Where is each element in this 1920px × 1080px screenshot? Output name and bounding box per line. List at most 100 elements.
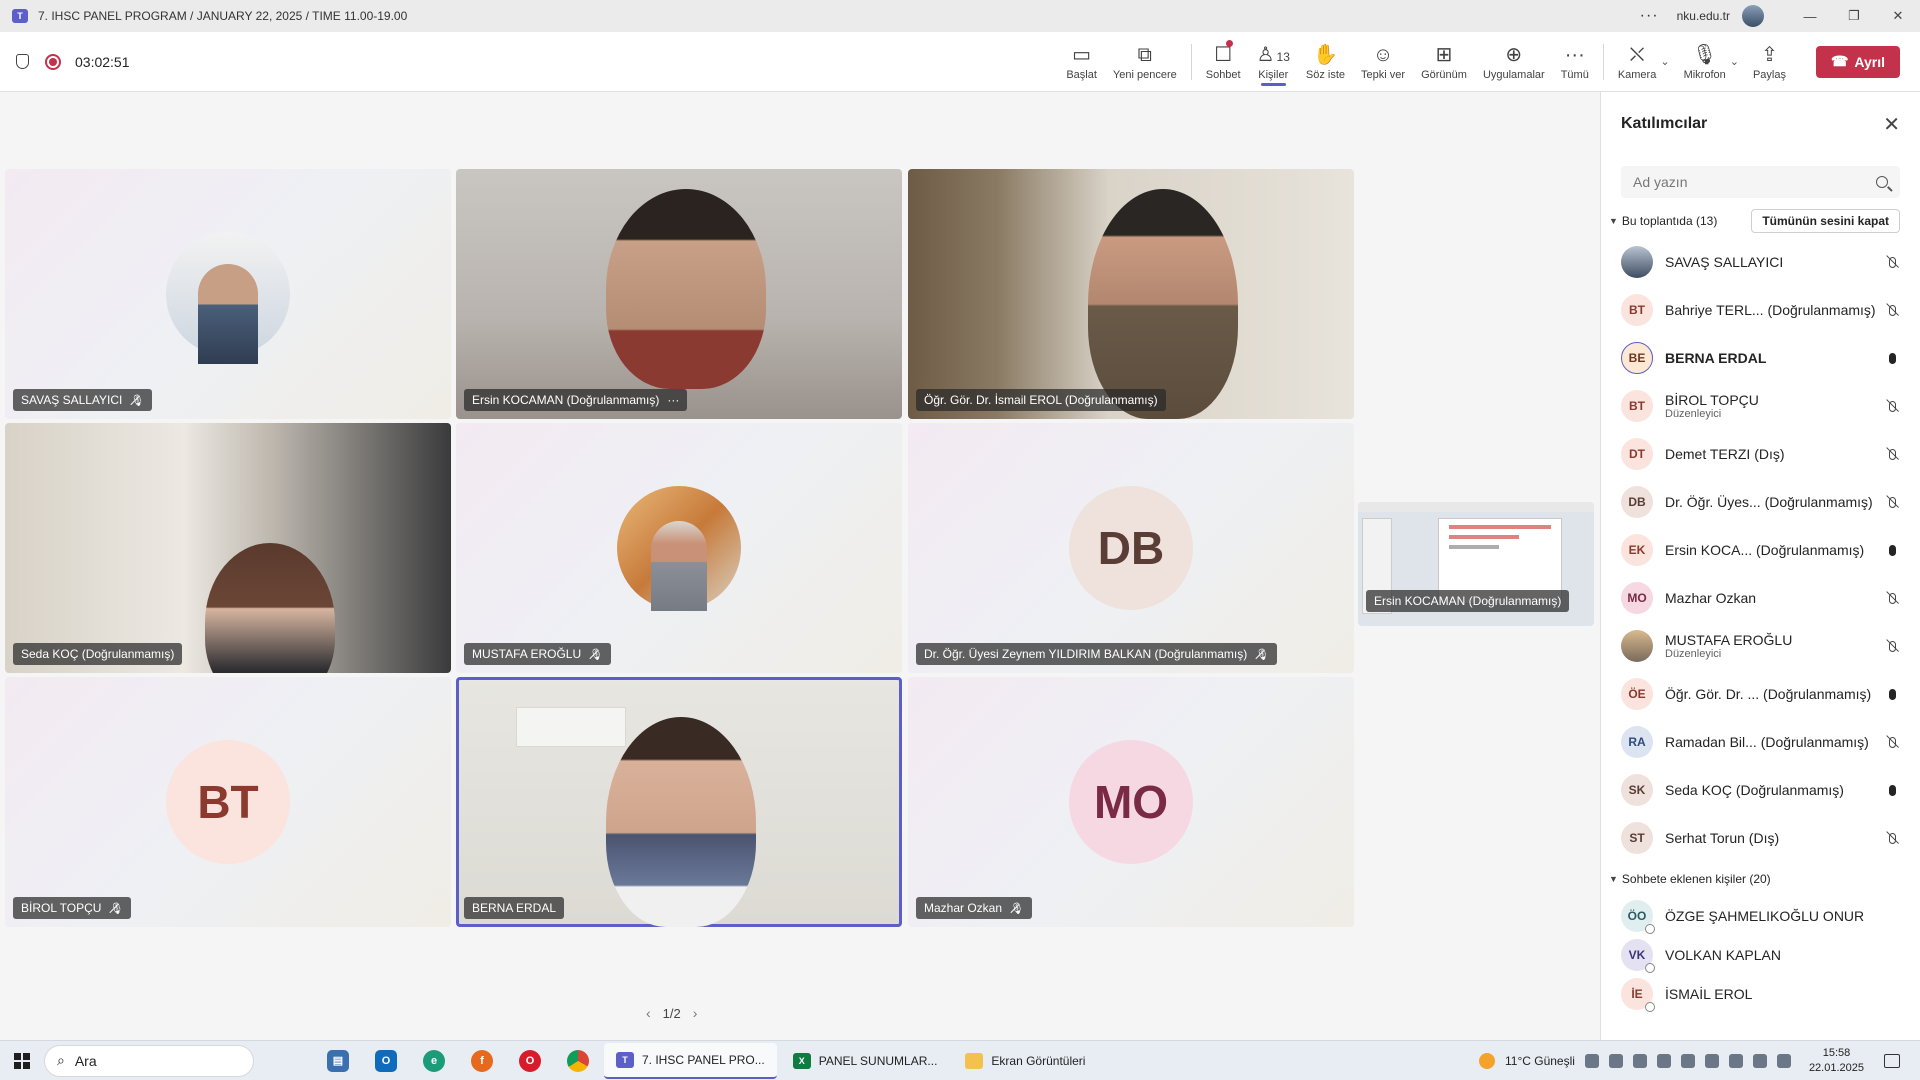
drive-tray-icon[interactable] bbox=[1656, 1053, 1671, 1068]
video-tile-active-speaker[interactable]: BERNA ERDAL bbox=[456, 677, 902, 927]
participant-row[interactable]: EK Ersin KOCA... (Doğrulanmamış) bbox=[1601, 526, 1920, 574]
mic-on-icon[interactable] bbox=[1884, 349, 1900, 367]
participant-row[interactable]: DB Dr. Öğr. Üyes... (Doğrulanmamış) bbox=[1601, 478, 1920, 526]
leave-button[interactable]: ☎ Ayrıl bbox=[1816, 45, 1900, 78]
tile-name: Mazhar Ozkan bbox=[924, 901, 1003, 915]
mic-muted-icon[interactable] bbox=[1884, 589, 1900, 607]
video-tile[interactable]: Seda KOÇ (Doğrulanmamış) bbox=[5, 423, 451, 673]
shared-content-thumbnail[interactable]: Ersin KOCAMAN (Doğrulanmamış) bbox=[1358, 502, 1594, 626]
mic-on-icon[interactable] bbox=[1884, 685, 1900, 703]
camera-button[interactable]: ⛌ Kamera bbox=[1610, 32, 1665, 92]
participant-row[interactable]: RA Ramadan Bil... (Doğrulanmamış) bbox=[1601, 718, 1920, 766]
participant-row[interactable]: MUSTAFA EROĞLU Düzenleyici bbox=[1601, 622, 1920, 670]
mic-muted-icon[interactable] bbox=[1884, 253, 1900, 271]
mic-on-icon[interactable] bbox=[1884, 781, 1900, 799]
volume-icon[interactable] bbox=[1752, 1053, 1767, 1068]
participant-row[interactable]: ÖE Öğr. Gör. Dr. ... (Doğrulanmamış) bbox=[1601, 670, 1920, 718]
in-meeting-section-header[interactable]: ▼ Bu toplantıda (13) Tümünün sesini kapat bbox=[1601, 204, 1920, 238]
video-tile[interactable]: DB Dr. Öğr. Üyesi Zeynem YILDIRIM BALKAN… bbox=[908, 423, 1354, 673]
clock[interactable]: 15:58 22.01.2025 bbox=[1809, 1046, 1864, 1076]
share-button[interactable]: ⇪ Paylaş bbox=[1745, 32, 1794, 92]
user-avatar[interactable] bbox=[1742, 5, 1764, 27]
close-icon[interactable]: ✕ bbox=[1883, 112, 1900, 137]
mic-muted-icon[interactable] bbox=[1884, 397, 1900, 415]
previous-page-icon[interactable]: ‹ bbox=[646, 1005, 651, 1021]
collapse-triangle-icon[interactable]: ▼ bbox=[1609, 216, 1618, 226]
video-tile[interactable]: SAVAŞ SALLAYICI 🎙 bbox=[5, 169, 451, 419]
react-button[interactable]: ☺ Tepki ver bbox=[1353, 32, 1413, 92]
app-tray-icon[interactable] bbox=[1680, 1053, 1695, 1068]
participant-initials-avatar: RA bbox=[1621, 726, 1653, 758]
start-button[interactable]: ▭ Başlat bbox=[1058, 32, 1105, 92]
opera-app-icon[interactable]: O bbox=[512, 1043, 548, 1079]
video-tile[interactable]: MUSTAFA EROĞLU 🎙 bbox=[456, 423, 902, 673]
video-tile[interactable]: BT BİROL TOPÇU 🎙 bbox=[5, 677, 451, 927]
slide-text-line bbox=[1449, 535, 1519, 539]
chat-person-row[interactable]: İE İSMAİL EROL bbox=[1601, 974, 1920, 1013]
bluetooth-icon[interactable] bbox=[1704, 1053, 1719, 1068]
edge-app-icon[interactable]: e bbox=[416, 1043, 452, 1079]
video-tile[interactable]: Öğr. Gör. Dr. İsmail EROL (Doğrulanmamış… bbox=[908, 169, 1354, 419]
next-page-icon[interactable]: › bbox=[693, 1005, 698, 1021]
file-explorer-app-icon[interactable]: ▤ bbox=[320, 1043, 356, 1079]
mic-muted-icon[interactable] bbox=[1884, 829, 1900, 847]
mic-button[interactable]: 🎙 Mikrofon bbox=[1676, 32, 1734, 92]
chat-person-row[interactable]: VK VOLKAN KAPLAN bbox=[1601, 935, 1920, 974]
new-window-button[interactable]: ⧉ Yeni pencere bbox=[1105, 32, 1185, 92]
notification-icon[interactable] bbox=[1884, 1053, 1900, 1068]
weather-label[interactable]: 11°C Güneşli bbox=[1505, 1054, 1575, 1068]
participant-info: ÖZGE ŞAHMELIKOĞLU ONUR bbox=[1665, 908, 1900, 924]
weather-sun-icon[interactable] bbox=[1478, 1052, 1495, 1069]
participant-name: VOLKAN KAPLAN bbox=[1665, 946, 1781, 963]
participant-row[interactable]: ST Serhat Torun (Dış) bbox=[1601, 814, 1920, 862]
participant-row[interactable]: BE BERNA ERDAL bbox=[1601, 334, 1920, 382]
network-icon[interactable] bbox=[1728, 1053, 1743, 1068]
outlook-app-icon[interactable]: O bbox=[368, 1043, 404, 1079]
participant-row[interactable]: DT Demet TERZI (Dış) bbox=[1601, 430, 1920, 478]
more-options-icon[interactable]: ··· bbox=[667, 393, 679, 407]
mic-on-icon[interactable] bbox=[1884, 541, 1900, 559]
search-icon[interactable] bbox=[1876, 176, 1888, 188]
participant-name: SAVAŞ SALLAYICI bbox=[1665, 254, 1784, 270]
mute-all-button[interactable]: Tümünün sesini kapat bbox=[1751, 209, 1900, 233]
participant-row[interactable]: MO Mazhar Ozkan bbox=[1601, 574, 1920, 622]
taskbar-search[interactable]: ⌕ Ara bbox=[44, 1044, 254, 1077]
participant-row[interactable]: SAVAŞ SALLAYICI bbox=[1601, 238, 1920, 286]
taskbar-folder[interactable]: Ekran Görüntüleri bbox=[953, 1043, 1097, 1079]
app-tray-icon[interactable] bbox=[1632, 1053, 1647, 1068]
taskbar-teams-meeting[interactable]: T 7. IHSC PANEL PRO... bbox=[604, 1042, 777, 1079]
close-window-icon[interactable]: ✕ bbox=[1876, 8, 1920, 24]
participant-row[interactable]: BT Bahriye TERL... (Doğrulanmamış) bbox=[1601, 286, 1920, 334]
mic-muted-icon[interactable] bbox=[1884, 445, 1900, 463]
more-button[interactable]: ··· Tümü bbox=[1553, 32, 1597, 92]
participant-search[interactable] bbox=[1621, 166, 1900, 198]
teams-tray-icon[interactable] bbox=[1584, 1053, 1599, 1068]
taskbar-excel[interactable]: X PANEL SUNUMLAR... bbox=[781, 1043, 950, 1079]
chrome-app-icon[interactable] bbox=[560, 1043, 596, 1079]
battery-icon[interactable] bbox=[1776, 1053, 1791, 1068]
mic-muted-icon[interactable] bbox=[1884, 301, 1900, 319]
mic-muted-icon[interactable] bbox=[1884, 733, 1900, 751]
teams-tray-icon[interactable] bbox=[1608, 1053, 1623, 1068]
windows-start-icon[interactable] bbox=[14, 1052, 30, 1069]
participant-row[interactable]: SK Seda KOÇ (Doğrulanmamış) bbox=[1601, 766, 1920, 814]
apps-button[interactable]: ⊕ Uygulamalar bbox=[1475, 32, 1553, 92]
more-options-icon[interactable]: ··· bbox=[1640, 7, 1659, 25]
raise-hand-button[interactable]: ✋ Söz iste bbox=[1298, 32, 1353, 92]
chat-person-row[interactable]: ÖO ÖZGE ŞAHMELIKOĞLU ONUR bbox=[1601, 896, 1920, 935]
restore-icon[interactable]: ❐ bbox=[1832, 8, 1876, 24]
view-button[interactable]: ⊞ Görünüm bbox=[1413, 32, 1475, 92]
minimize-icon[interactable]: — bbox=[1788, 9, 1832, 24]
collapse-triangle-icon[interactable]: ▼ bbox=[1609, 874, 1618, 884]
section-label: Sohbete eklenen kişiler (20) bbox=[1621, 872, 1771, 886]
video-tile[interactable]: MO Mazhar Ozkan 🎙 bbox=[908, 677, 1354, 927]
chat-button[interactable]: ☐ Sohbet bbox=[1198, 32, 1249, 92]
people-button[interactable]: ♙ 13 Kişiler bbox=[1249, 32, 1298, 92]
search-input[interactable] bbox=[1633, 174, 1876, 190]
video-tile[interactable]: Ersin KOCAMAN (Doğrulanmamış) ··· bbox=[456, 169, 902, 419]
mic-muted-icon[interactable] bbox=[1884, 637, 1900, 655]
mic-muted-icon[interactable] bbox=[1884, 493, 1900, 511]
participant-row[interactable]: BT BİROL TOPÇU Düzenleyici bbox=[1601, 382, 1920, 430]
chat-added-section-header[interactable]: ▼ Sohbete eklenen kişiler (20) bbox=[1601, 862, 1920, 896]
firefox-app-icon[interactable]: f bbox=[464, 1043, 500, 1079]
